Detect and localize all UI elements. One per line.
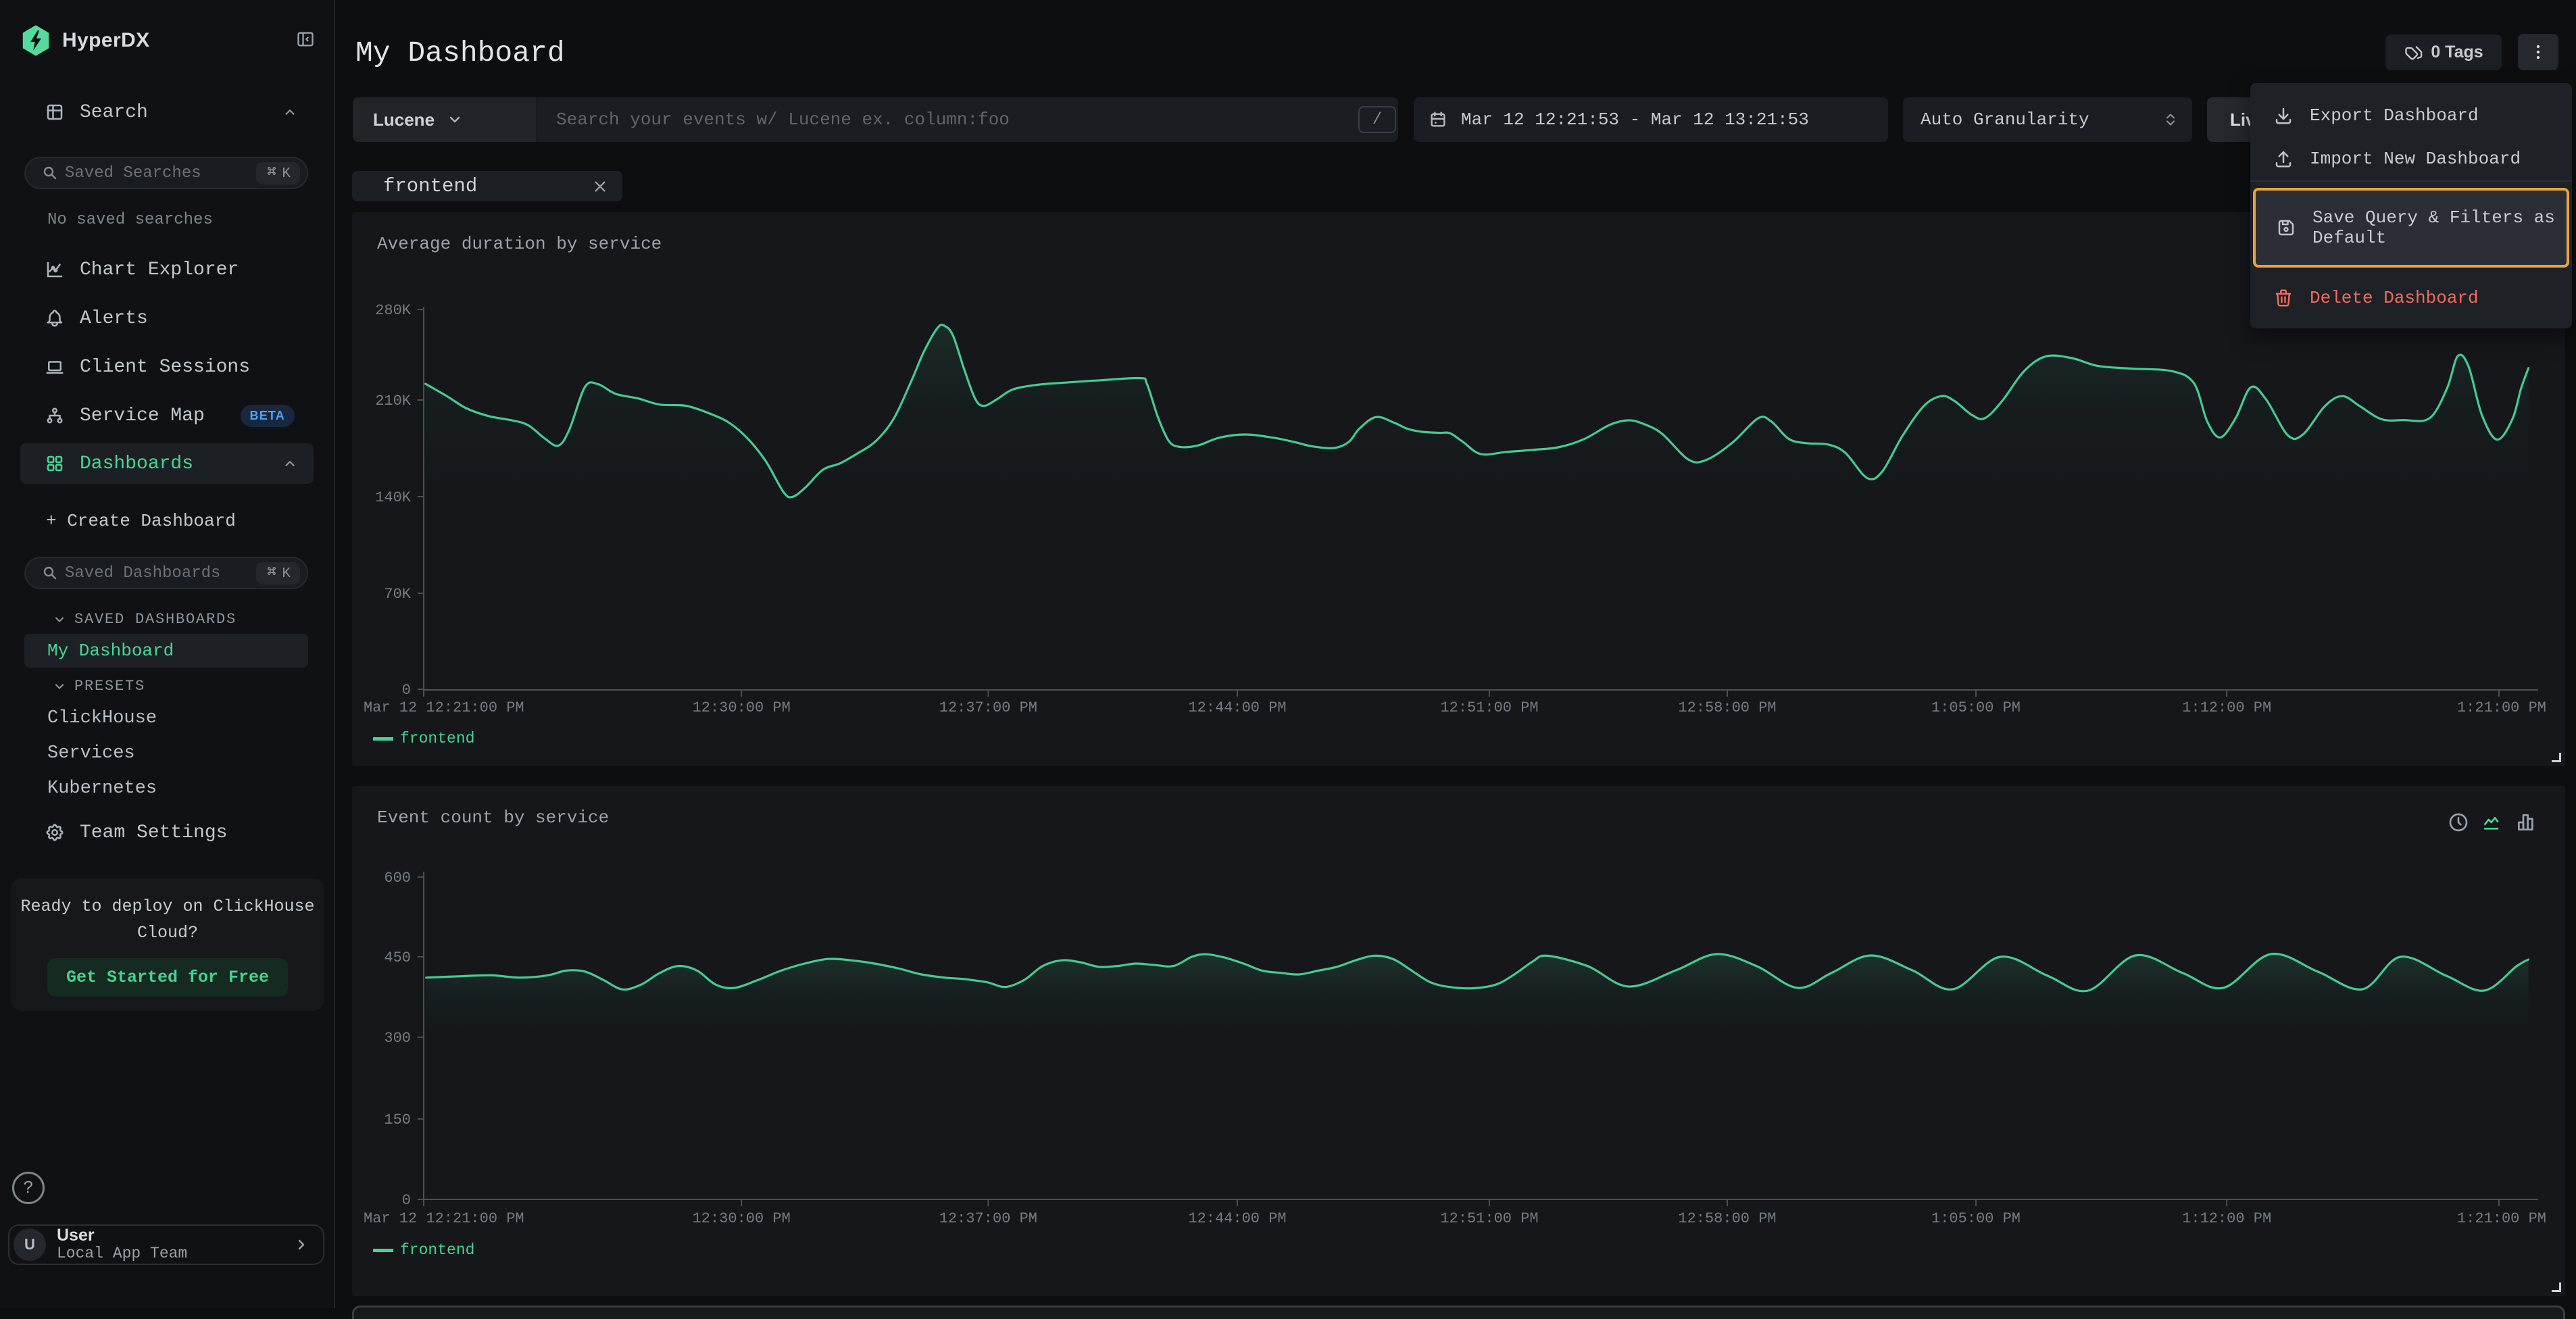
svg-text:280K: 280K — [375, 302, 412, 319]
svg-text:12:37:00 PM: 12:37:00 PM — [939, 1210, 1037, 1227]
svg-text:140K: 140K — [375, 489, 412, 506]
svg-text:70K: 70K — [384, 586, 411, 603]
svg-text:12:58:00 PM: 12:58:00 PM — [1678, 1210, 1776, 1227]
svg-text:Mar 12 12:21:00 PM: Mar 12 12:21:00 PM — [364, 1210, 524, 1227]
svg-text:1:12:00 PM: 1:12:00 PM — [2182, 699, 2271, 716]
svg-text:1:05:00 PM: 1:05:00 PM — [1931, 699, 2021, 716]
svg-text:12:51:00 PM: 12:51:00 PM — [1440, 1210, 1538, 1227]
svg-text:12:51:00 PM: 12:51:00 PM — [1440, 699, 1538, 716]
svg-text:1:21:00 PM: 1:21:00 PM — [2457, 1210, 2546, 1227]
svg-text:12:37:00 PM: 12:37:00 PM — [939, 699, 1037, 716]
svg-text:600: 600 — [384, 870, 411, 887]
svg-text:210K: 210K — [375, 393, 412, 409]
svg-text:1:21:00 PM: 1:21:00 PM — [2457, 699, 2546, 716]
svg-text:1:05:00 PM: 1:05:00 PM — [1931, 1210, 2021, 1227]
svg-text:12:44:00 PM: 12:44:00 PM — [1188, 699, 1286, 716]
svg-text:300: 300 — [384, 1030, 411, 1047]
svg-text:150: 150 — [384, 1112, 411, 1128]
svg-text:12:58:00 PM: 12:58:00 PM — [1678, 699, 1776, 716]
svg-text:450: 450 — [384, 949, 411, 966]
svg-text:12:30:00 PM: 12:30:00 PM — [693, 1210, 791, 1227]
svg-text:0: 0 — [402, 1192, 411, 1209]
svg-text:Mar 12 12:21:00 PM: Mar 12 12:21:00 PM — [364, 699, 524, 716]
svg-text:12:30:00 PM: 12:30:00 PM — [693, 699, 791, 716]
svg-text:1:12:00 PM: 1:12:00 PM — [2182, 1210, 2271, 1227]
svg-text:0: 0 — [402, 682, 411, 699]
svg-text:12:44:00 PM: 12:44:00 PM — [1188, 1210, 1286, 1227]
